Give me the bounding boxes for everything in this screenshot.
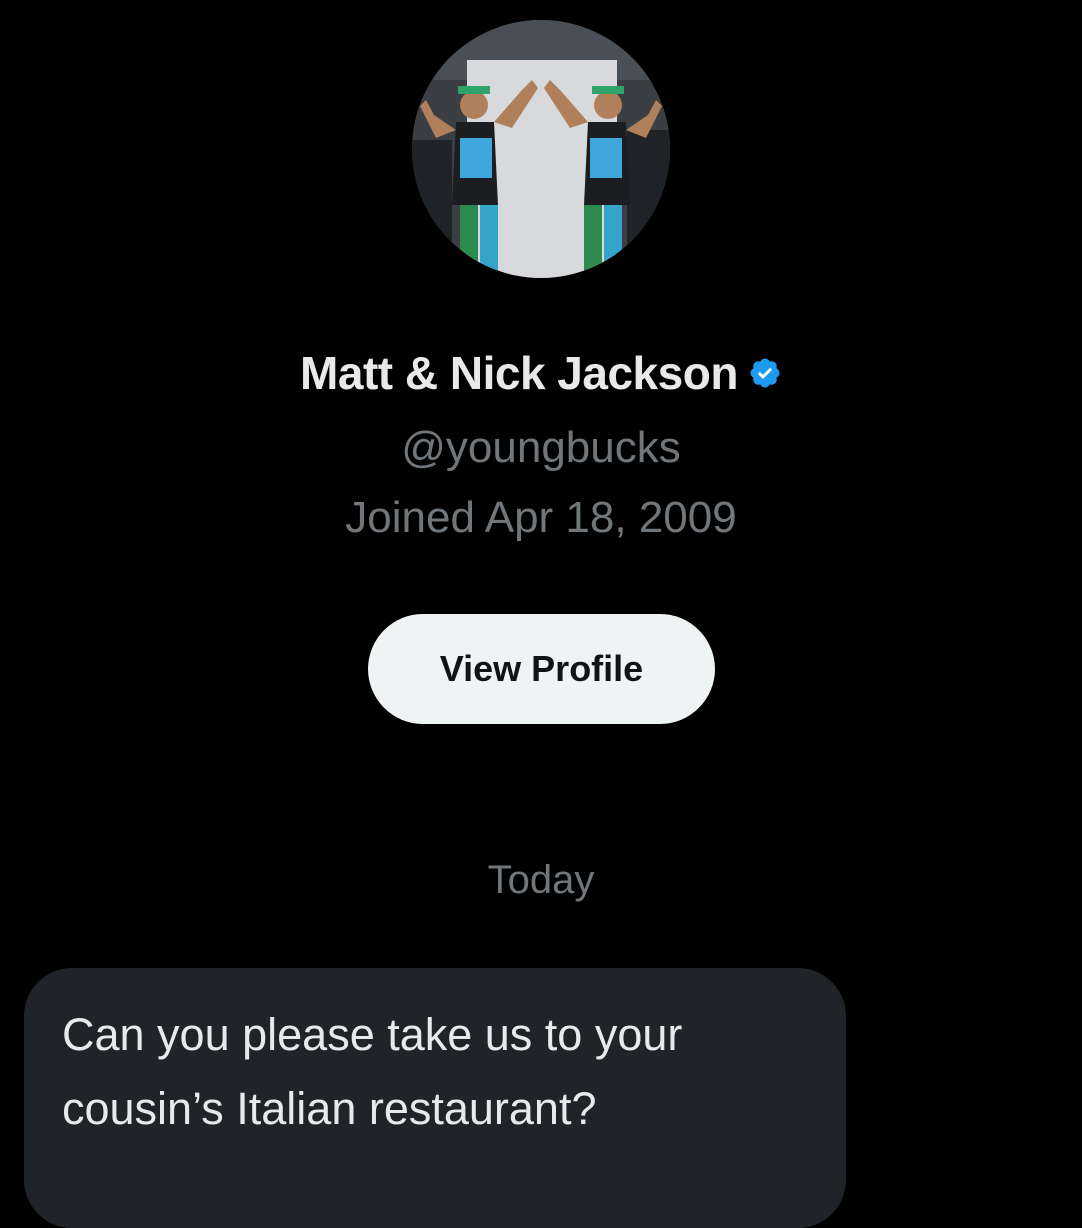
profile-joined-date: Joined Apr 18, 2009 (345, 493, 737, 542)
message-bubble[interactable]: Can you please take us to your cousin’s … (24, 968, 846, 1228)
profile-handle: @youngbucks (401, 423, 681, 472)
verified-badge-icon (748, 356, 782, 390)
view-profile-button[interactable]: View Profile (368, 614, 715, 724)
message-text: Can you please take us to your cousin’s … (62, 1009, 683, 1134)
avatar-photo (412, 20, 670, 278)
profile-name-row: Matt & Nick Jackson (0, 340, 1082, 406)
profile-avatar[interactable] (412, 20, 670, 278)
profile-display-name: Matt & Nick Jackson (300, 347, 738, 399)
date-separator: Today (487, 858, 595, 902)
